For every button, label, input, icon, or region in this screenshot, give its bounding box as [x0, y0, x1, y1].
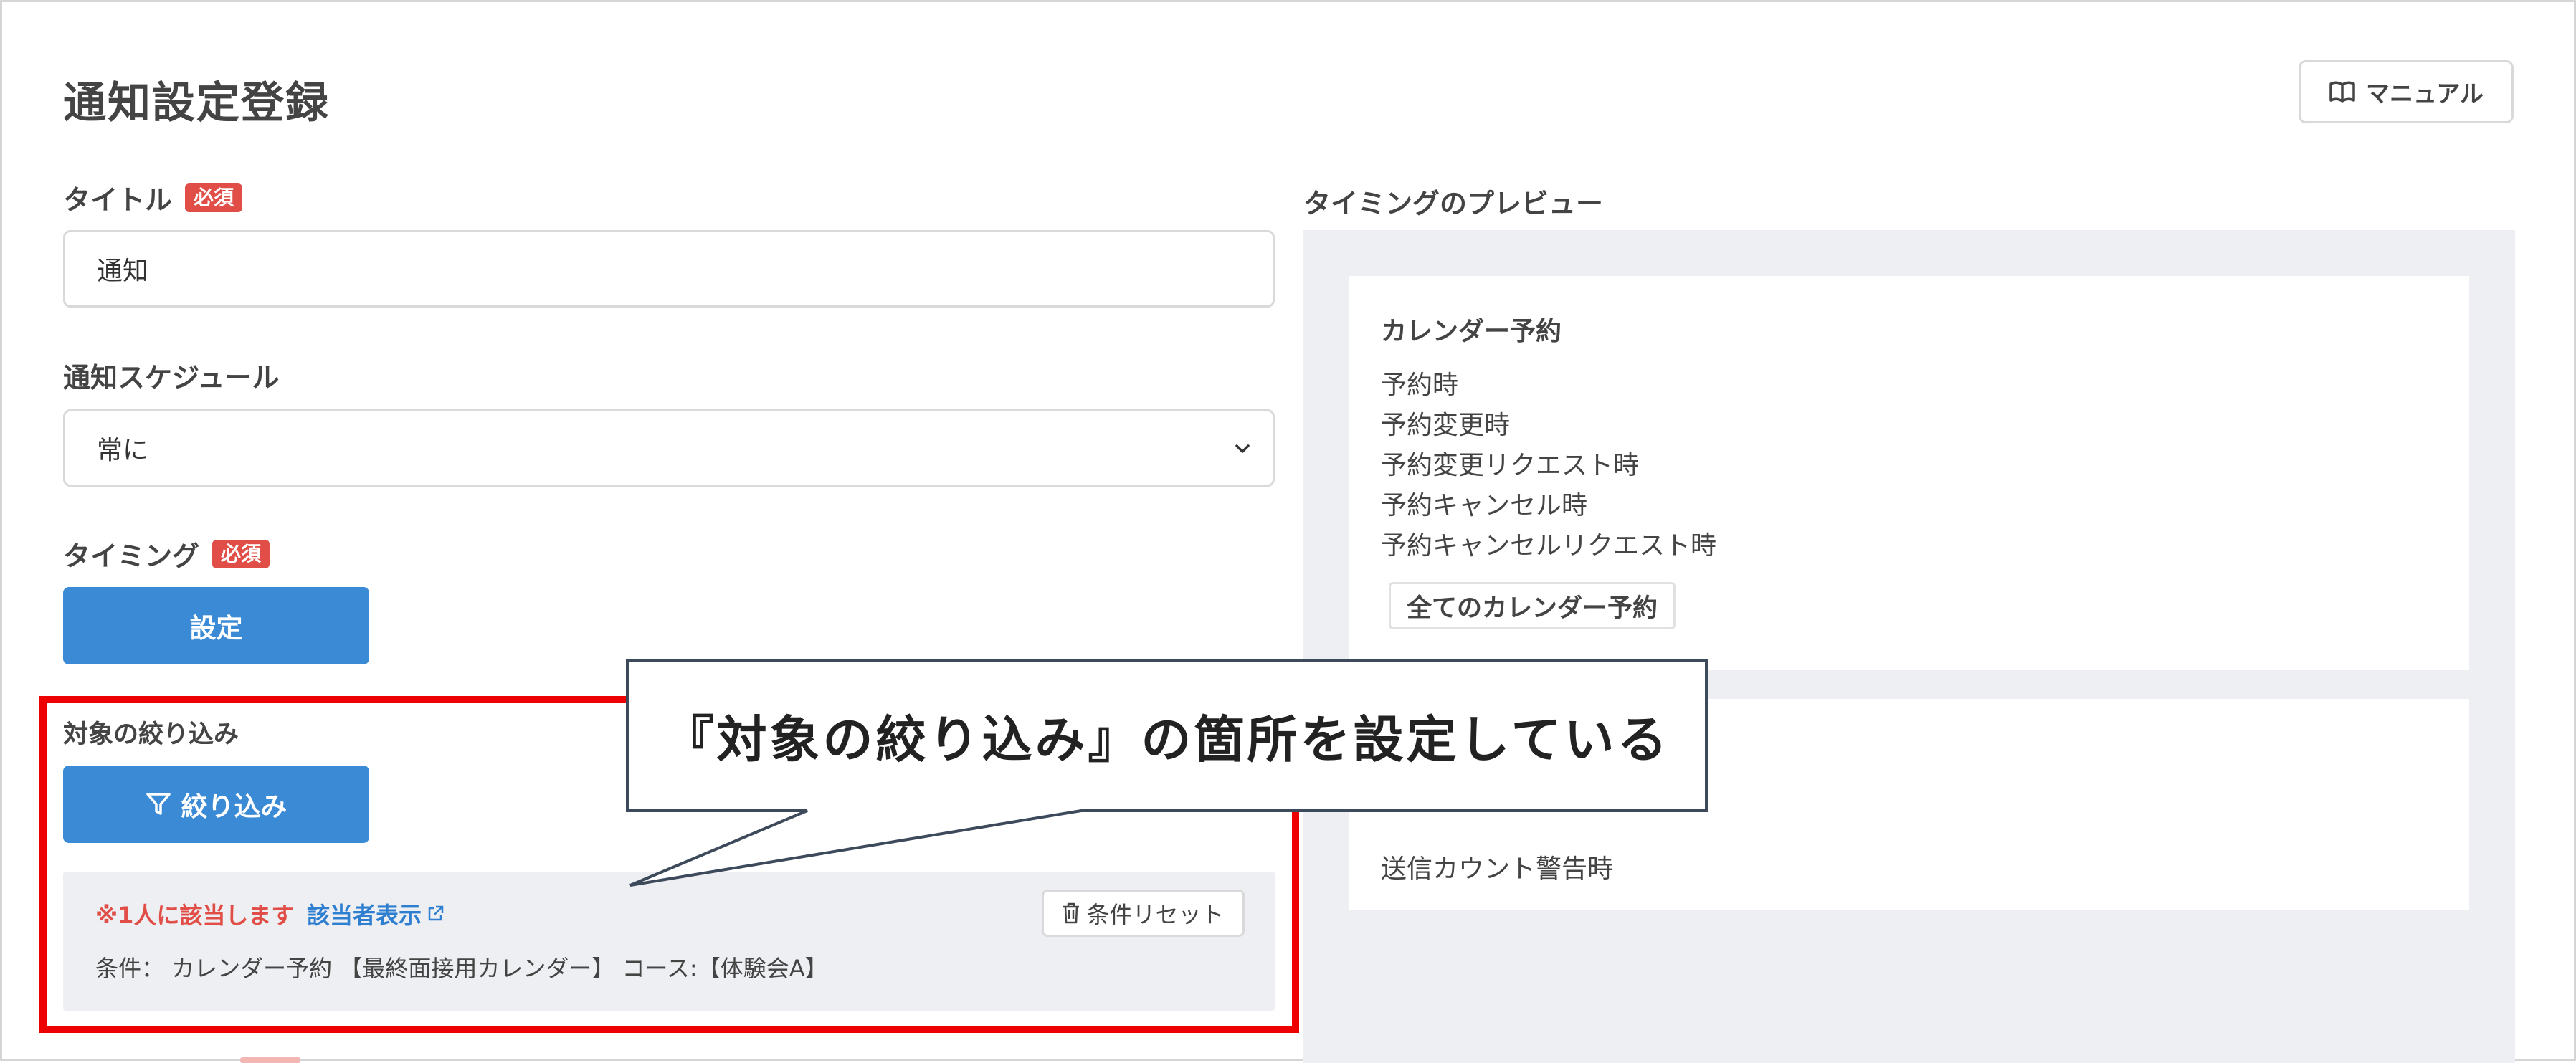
window-frame: 通知設定登録 マニュアル タイトル 必須 通知 通知スケジュール 常に タイミン…	[0, 0, 2576, 1063]
schedule-select-value: 常に	[97, 436, 149, 465]
schedule-label: 通知スケジュール	[63, 362, 280, 394]
book-icon	[2329, 81, 2355, 103]
timing-label-row: タイミング 必須	[63, 534, 270, 573]
preview-panel: カレンダー予約 予約時 予約変更時 予約変更リクエスト時 予約キャンセル時 予約…	[1303, 230, 2515, 1063]
preview-timing-list: 予約時 予約変更時 予約変更リクエスト時 予約キャンセル時 予約キャンセルリクエ…	[1381, 366, 1716, 566]
timing-settings-label: 設定	[189, 613, 243, 644]
required-badge: 必須	[185, 183, 243, 212]
preview-card-calendar: カレンダー予約 予約時 予約変更時 予約変更リクエスト時 予約キャンセル時 予約…	[1349, 276, 2469, 670]
preview-timing-list: 送信カウント警告時	[1381, 849, 1613, 890]
manual-button-label: マニュアル	[2365, 80, 2484, 108]
callout-text: 『対象の絞り込み』の箇所を設定している	[663, 710, 1670, 769]
page-title: 通知設定登録	[63, 78, 330, 128]
timing-label: タイミング	[63, 540, 200, 572]
required-badge: 必須	[212, 539, 270, 568]
list-item: 予約時	[1381, 371, 1459, 400]
schedule-select[interactable]: 常に	[63, 409, 1275, 487]
list-item: 予約キャンセル時	[1381, 491, 1588, 520]
title-input-value: 通知	[97, 257, 149, 286]
chevron-down-icon	[1235, 444, 1250, 453]
list-item: 予約変更時	[1381, 411, 1511, 440]
list-item: 予約キャンセルリクエスト時	[1381, 531, 1717, 561]
timing-settings-button[interactable]: 設定	[63, 587, 369, 664]
next-section-badge	[240, 1057, 300, 1063]
list-item: 予約変更リクエスト時	[1381, 451, 1640, 480]
calendar-scope-tag: 全てのカレンダー予約	[1389, 582, 1676, 629]
title-label: タイトル	[63, 184, 173, 216]
preview-label: タイミングのプレビュー	[1303, 188, 1604, 219]
manual-button[interactable]: マニュアル	[2299, 60, 2514, 123]
preview-card-title: カレンダー予約	[1381, 317, 1562, 346]
title-label-row: タイトル 必須	[63, 178, 243, 217]
list-item: 送信カウント警告時	[1381, 854, 1614, 884]
title-input[interactable]: 通知	[63, 230, 1275, 308]
